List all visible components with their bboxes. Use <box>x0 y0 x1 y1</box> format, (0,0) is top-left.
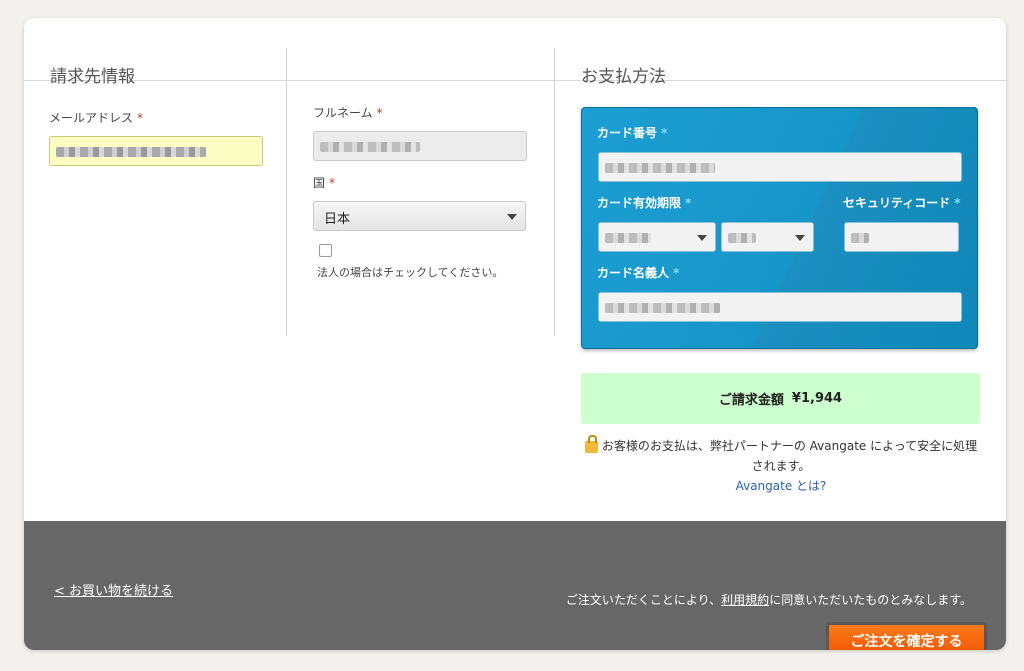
secure-note-text: お客様のお支払は、弊社パートナーの Avangate によって安全に処理されます… <box>601 439 978 473</box>
checkout-footer: < お買い物を続ける ご注文いただくことにより、利用規約に同意いただいたものとみ… <box>24 521 1006 650</box>
column-divider-1 <box>286 48 287 336</box>
column-divider-2 <box>554 48 555 336</box>
cardholder-blurred <box>605 303 720 313</box>
checkout-card: 請求先情報 メールアドレス * フルネーム * 国 * 日本 法人の場合はチェックして… <box>24 18 1006 650</box>
total-amount: ¥1,944 <box>791 391 843 406</box>
payment-title: お支払方法 <box>581 67 666 87</box>
security-code-input[interactable] <box>844 222 959 252</box>
corporate-note: 法人の場合はチェックしてください。 <box>317 266 504 279</box>
security-code-blurred <box>851 233 869 243</box>
avangate-info-link[interactable]: Avangate とは? <box>736 479 827 493</box>
continue-shopping-link[interactable]: < お買い物を続ける <box>54 580 173 599</box>
confirm-order-button[interactable]: ご注文を確定する <box>826 622 987 650</box>
card-number-input[interactable] <box>598 152 962 182</box>
chevron-down-icon <box>697 235 707 241</box>
lock-icon <box>584 434 598 453</box>
terms-notice: ご注文いただくことにより、利用規約に同意いただいたものとみなします。 <box>565 593 972 607</box>
chevron-down-icon <box>795 235 805 241</box>
security-code-label: セキュリティコード * <box>843 196 961 210</box>
card-number-label: カード番号 * <box>597 126 668 140</box>
country-label: 国 * <box>313 176 336 190</box>
cardholder-input[interactable] <box>598 292 962 322</box>
email-value-blurred <box>56 147 206 157</box>
fullname-input[interactable] <box>313 131 527 161</box>
expiry-year-blurred <box>728 233 756 243</box>
country-select[interactable]: 日本 <box>313 201 526 231</box>
fullname-label: フルネーム * <box>313 106 383 120</box>
expiry-month-blurred <box>605 233 651 243</box>
corporate-checkbox[interactable] <box>319 244 332 257</box>
expiry-month-select[interactable] <box>598 222 716 252</box>
email-label: メールアドレス * <box>49 111 144 125</box>
email-input[interactable] <box>49 136 263 166</box>
chevron-down-icon <box>507 214 517 220</box>
card-number-blurred <box>605 163 715 173</box>
fullname-value-blurred <box>320 142 420 152</box>
billing-title: 請求先情報 <box>50 67 135 87</box>
total-label: ご請求金額 <box>718 393 784 408</box>
card-details-panel: カード番号 * カード有効期限 * セキュリティコード * カード名義人 * <box>581 107 978 349</box>
section-divider <box>24 80 1006 81</box>
expiry-year-select[interactable] <box>721 222 814 252</box>
cardholder-label: カード名義人 * <box>597 266 680 280</box>
terms-link[interactable]: 利用規約 <box>721 593 769 607</box>
expiry-label: カード有効期限 * <box>597 196 692 210</box>
secure-payment-note: お客様のお支払は、弊社パートナーの Avangate によって安全に処理されます… <box>581 434 981 496</box>
order-total: ご請求金額 ¥1,944 <box>581 373 980 424</box>
country-select-value: 日本 <box>324 212 351 227</box>
